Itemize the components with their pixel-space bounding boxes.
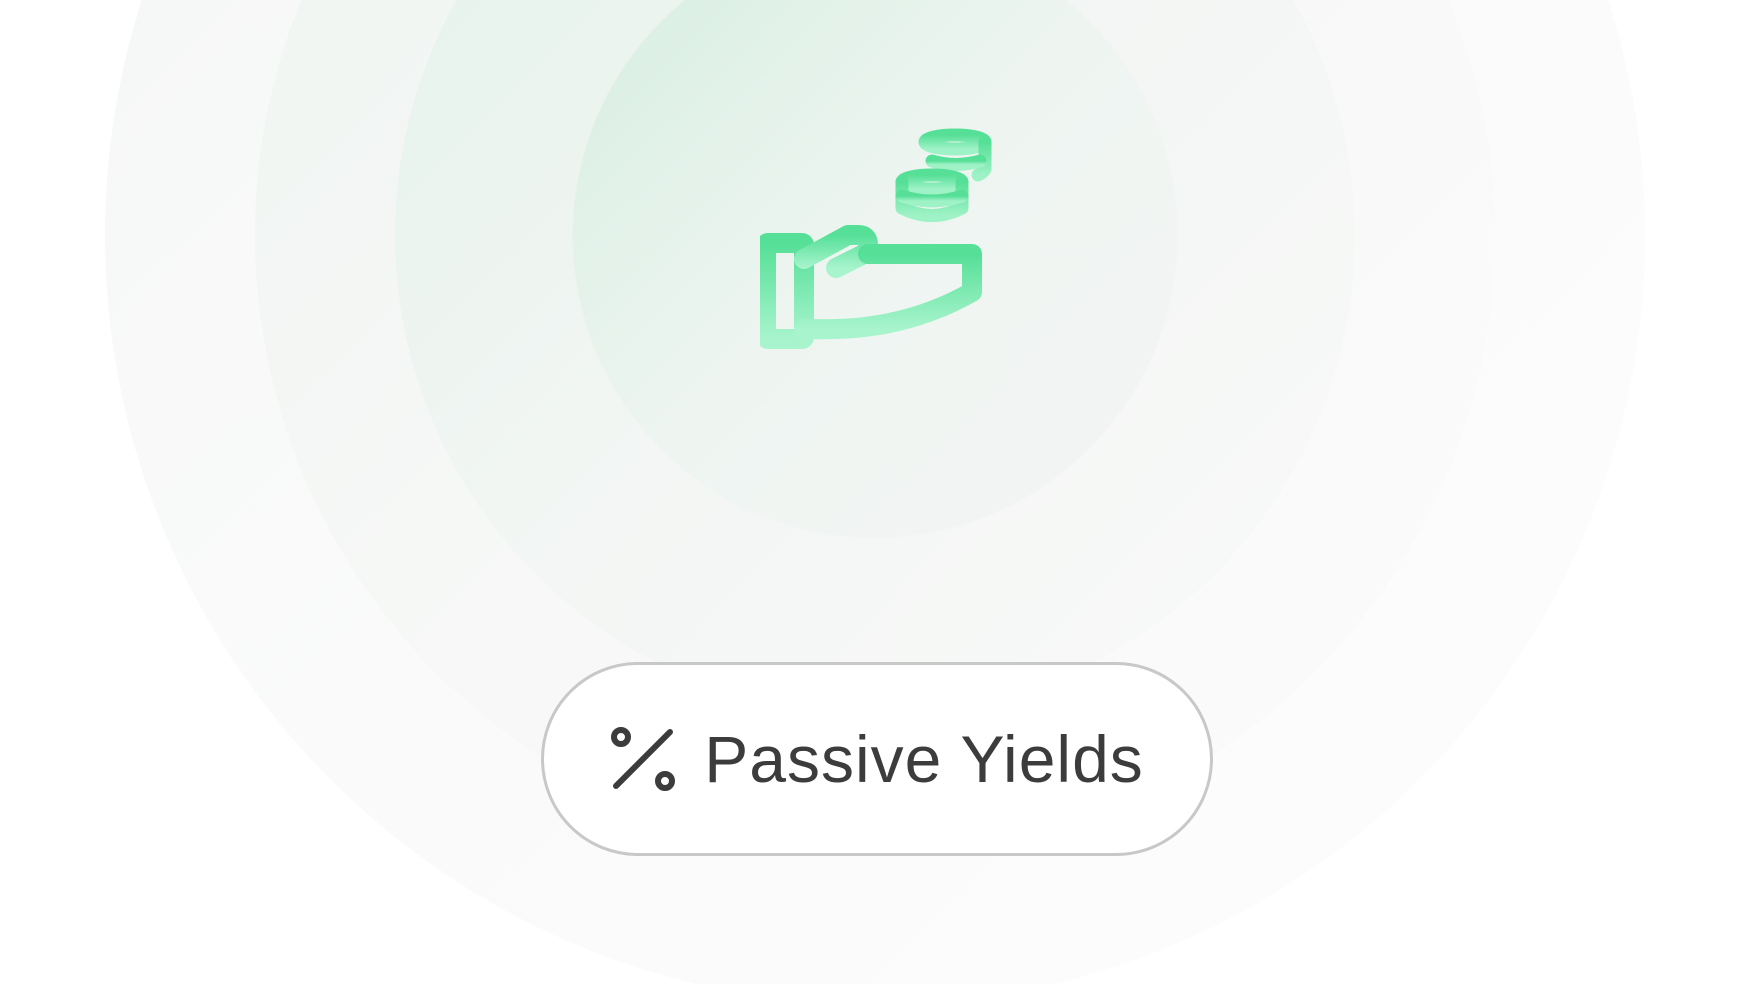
hand-holding-coins-icon bbox=[760, 128, 992, 349]
passive-yields-badge: Passive Yields bbox=[541, 662, 1213, 856]
page: Passive Yields bbox=[0, 0, 1751, 984]
percent-icon bbox=[611, 727, 676, 791]
badge-label: Passive Yields bbox=[704, 722, 1144, 796]
